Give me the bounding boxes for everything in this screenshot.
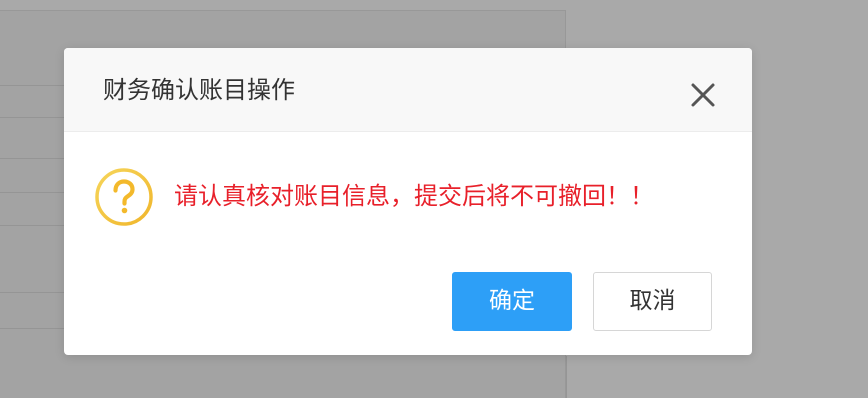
background-row-divider [0,328,64,329]
close-button[interactable] [686,78,720,112]
background-row-divider [0,192,64,193]
background-row-divider [0,85,64,86]
background-row-divider [0,292,64,293]
background-row-divider [0,225,64,226]
cancel-button[interactable]: 取消 [593,272,712,331]
dialog-body: 请认真核对账目信息，提交后将不可撤回！！ [64,132,752,262]
background-row-divider [0,158,64,159]
confirm-dialog: 财务确认账目操作 请认真核对账目信息，提交后将不可撤回！！ 确定 取消 [64,48,752,355]
confirm-message: 请认真核对账目信息，提交后将不可撤回！！ [174,182,654,210]
question-icon [93,166,155,228]
confirm-button[interactable]: 确定 [452,272,572,331]
dialog-header: 财务确认账目操作 [64,48,752,132]
close-icon [686,78,720,112]
dialog-title: 财务确认账目操作 [103,76,295,104]
background-row-divider [0,117,64,118]
background-column-divider [566,356,567,398]
